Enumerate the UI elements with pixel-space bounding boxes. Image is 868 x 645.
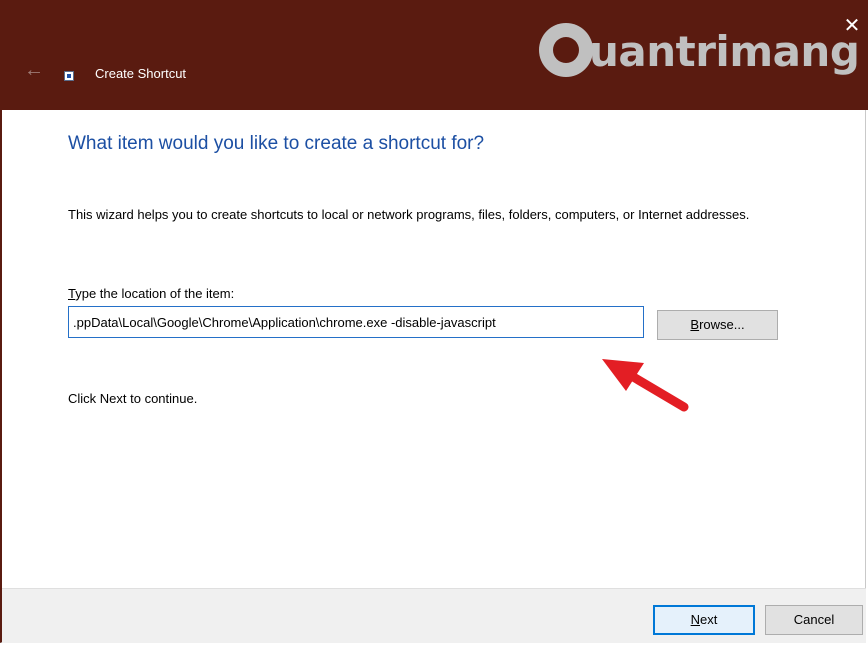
watermark-logo: uantrimang [539, 18, 860, 88]
next-button[interactable]: Next [653, 605, 755, 635]
create-shortcut-window: ← Create Shortcut uantrimang ✕ What item… [0, 0, 868, 643]
wizard-description: This wizard helps you to create shortcut… [68, 207, 750, 222]
wizard-footer: Next Cancel [2, 588, 866, 643]
cancel-button[interactable]: Cancel [765, 605, 863, 635]
browse-mnemonic: B [690, 317, 700, 332]
location-input[interactable] [68, 306, 644, 338]
next-mnemonic: N [690, 612, 701, 627]
watermark-bulb-icon [539, 23, 593, 77]
continue-hint: Click Next to continue. [68, 391, 198, 406]
close-icon[interactable]: ✕ [840, 14, 864, 38]
back-arrow-icon[interactable]: ← [22, 58, 46, 82]
browse-label: rowse... [699, 317, 745, 332]
next-label: ext [700, 612, 718, 627]
page-title: What item would you like to create a sho… [68, 133, 485, 154]
browse-button[interactable]: Browse... [657, 310, 778, 340]
shortcut-icon [64, 71, 74, 81]
red-arrow-annotation-icon [602, 359, 689, 412]
location-label-text: ype the location of the item: [75, 286, 235, 301]
title-bar: ← Create Shortcut uantrimang ✕ [2, 0, 868, 110]
location-label: Type the location of the item: [68, 284, 234, 303]
watermark-text: uantrimang [589, 27, 860, 76]
window-title: Create Shortcut [95, 66, 187, 81]
